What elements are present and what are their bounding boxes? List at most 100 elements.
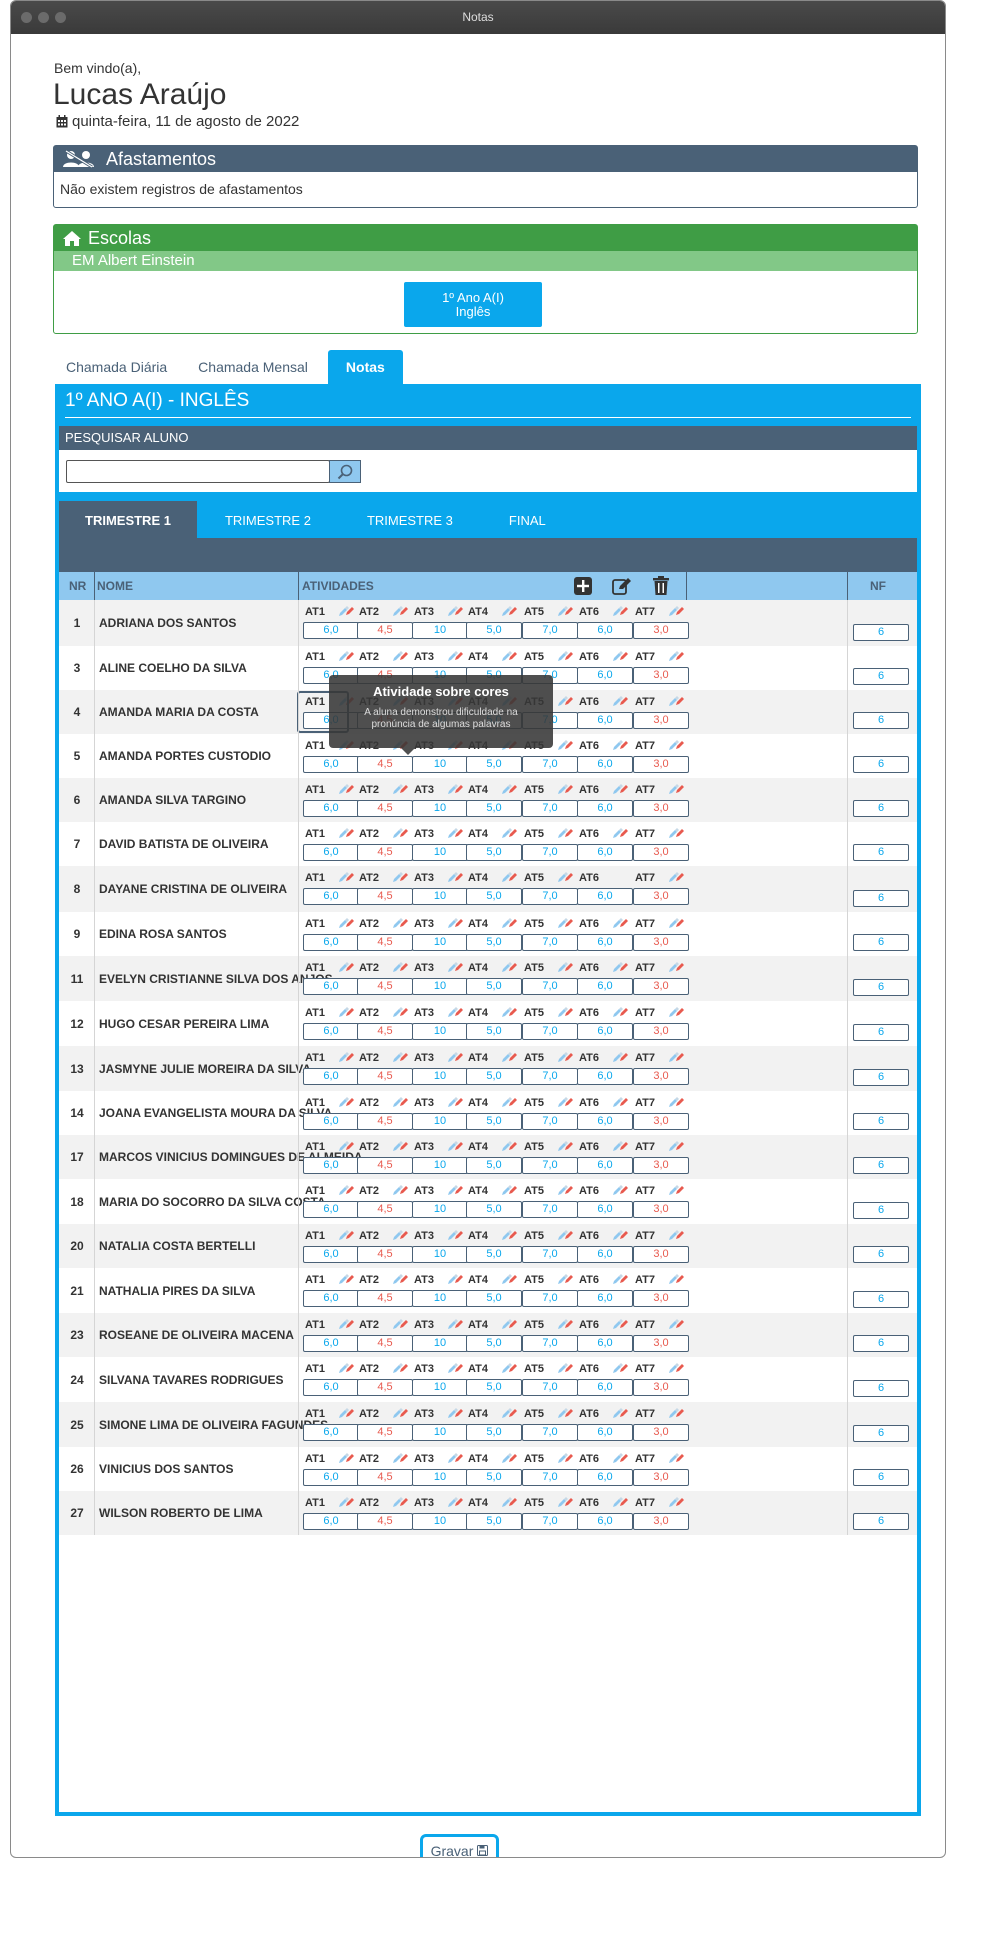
edit-note-icon[interactable]	[500, 916, 518, 930]
edit-note-icon[interactable]	[446, 1139, 464, 1153]
grade-input[interactable]: 7,0	[522, 934, 578, 951]
edit-note-icon[interactable]	[500, 604, 518, 618]
edit-note-icon[interactable]	[446, 1451, 464, 1465]
tab-final[interactable]: FINAL	[481, 501, 574, 538]
edit-note-icon[interactable]	[500, 826, 518, 840]
grade-input[interactable]: 5,0	[466, 1157, 522, 1174]
edit-note-icon[interactable]	[391, 1406, 409, 1420]
grade-input[interactable]: 7,0	[522, 1469, 578, 1486]
grade-input[interactable]: 4,5	[357, 978, 413, 995]
edit-note-icon[interactable]	[446, 1317, 464, 1331]
grade-input[interactable]: 10	[412, 934, 468, 951]
minimize-window-button[interactable]	[38, 12, 49, 23]
edit-note-icon[interactable]	[556, 694, 574, 708]
grade-input[interactable]: 4,5	[357, 888, 413, 905]
edit-note-icon[interactable]	[611, 1005, 629, 1019]
edit-note-icon[interactable]	[337, 1451, 355, 1465]
grade-input[interactable]: 7,0	[522, 1201, 578, 1218]
grade-input[interactable]: 10	[412, 1157, 468, 1174]
grade-input[interactable]: 5,0	[466, 756, 522, 773]
edit-note-icon[interactable]	[556, 826, 574, 840]
grade-input[interactable]: 3,0	[633, 1113, 689, 1130]
grade-input[interactable]: 10	[412, 1424, 468, 1441]
edit-note-icon[interactable]	[446, 649, 464, 663]
grade-input[interactable]: 6,0	[577, 888, 633, 905]
grade-input[interactable]: 10	[412, 1113, 468, 1130]
grade-input[interactable]: 7,0	[522, 1379, 578, 1396]
grade-input[interactable]: 4,5	[357, 1157, 413, 1174]
grade-input[interactable]: 10	[412, 844, 468, 861]
edit-note-icon[interactable]	[556, 1228, 574, 1242]
edit-note-icon[interactable]	[391, 1228, 409, 1242]
final-grade-input[interactable]: 6	[853, 844, 909, 861]
edit-note-icon[interactable]	[556, 1139, 574, 1153]
final-grade-input[interactable]: 6	[853, 1202, 909, 1219]
grade-input[interactable]: 6,0	[577, 712, 633, 729]
edit-note-icon[interactable]	[667, 960, 685, 974]
grade-input[interactable]: 3,0	[633, 800, 689, 817]
edit-note-icon[interactable]	[446, 1272, 464, 1286]
grade-input[interactable]: 4,5	[357, 1513, 413, 1530]
grade-input[interactable]: 6,0	[577, 844, 633, 861]
edit-note-icon[interactable]	[667, 1005, 685, 1019]
edit-note-icon[interactable]	[556, 960, 574, 974]
grade-input[interactable]: 3,0	[633, 844, 689, 861]
edit-note-icon[interactable]	[391, 870, 409, 884]
grade-input[interactable]: 6,0	[303, 888, 359, 905]
grade-input[interactable]: 6,0	[577, 756, 633, 773]
edit-note-icon[interactable]	[556, 1183, 574, 1197]
grade-input[interactable]: 4,5	[357, 1379, 413, 1396]
grade-input[interactable]: 4,5	[357, 1246, 413, 1263]
grade-input[interactable]: 3,0	[633, 934, 689, 951]
grade-input[interactable]: 10	[412, 1513, 468, 1530]
edit-note-icon[interactable]	[556, 1361, 574, 1375]
final-grade-input[interactable]: 6	[853, 934, 909, 951]
grade-input[interactable]: 3,0	[633, 1335, 689, 1352]
edit-note-icon[interactable]	[500, 960, 518, 974]
edit-note-icon[interactable]	[611, 960, 629, 974]
edit-note-icon[interactable]	[500, 1183, 518, 1197]
grade-input[interactable]: 6,0	[303, 1424, 359, 1441]
edit-activity-icon[interactable]	[612, 577, 632, 595]
grade-input[interactable]: 4,5	[357, 800, 413, 817]
grade-input[interactable]: 3,0	[633, 756, 689, 773]
edit-note-icon[interactable]	[667, 1050, 685, 1064]
tab-trimestre-1[interactable]: TRIMESTRE 1	[59, 501, 197, 538]
final-grade-input[interactable]: 6	[853, 1291, 909, 1308]
grade-input[interactable]: 5,0	[466, 1379, 522, 1396]
edit-note-icon[interactable]	[667, 1361, 685, 1375]
grade-input[interactable]: 5,0	[466, 1201, 522, 1218]
grade-input[interactable]: 6,0	[577, 1469, 633, 1486]
edit-note-icon[interactable]	[500, 1406, 518, 1420]
edit-note-icon[interactable]	[446, 1406, 464, 1420]
grade-input[interactable]: 10	[412, 756, 468, 773]
grade-input[interactable]: 3,0	[633, 1068, 689, 1085]
edit-note-icon[interactable]	[556, 1451, 574, 1465]
edit-note-icon[interactable]	[391, 1050, 409, 1064]
edit-note-icon[interactable]	[611, 604, 629, 618]
edit-note-icon[interactable]	[446, 916, 464, 930]
edit-note-icon[interactable]	[556, 1095, 574, 1109]
grade-input[interactable]: 7,0	[522, 888, 578, 905]
grade-input[interactable]: 7,0	[522, 1113, 578, 1130]
edit-note-icon[interactable]	[667, 1095, 685, 1109]
tab-chamada-mensal[interactable]: Chamada Mensal	[178, 350, 328, 384]
edit-note-icon[interactable]	[391, 649, 409, 663]
edit-note-icon[interactable]	[500, 1495, 518, 1509]
edit-note-icon[interactable]	[446, 1095, 464, 1109]
edit-note-icon[interactable]	[391, 1317, 409, 1331]
edit-note-icon[interactable]	[337, 1317, 355, 1331]
grade-input[interactable]: 4,5	[357, 844, 413, 861]
final-grade-input[interactable]: 6	[853, 1380, 909, 1397]
grade-input[interactable]: 3,0	[633, 1424, 689, 1441]
edit-note-icon[interactable]	[556, 782, 574, 796]
grade-input[interactable]: 6,0	[577, 1290, 633, 1307]
final-grade-input[interactable]: 6	[853, 1469, 909, 1486]
grade-input[interactable]: 6,0	[303, 1246, 359, 1263]
grade-input[interactable]: 3,0	[633, 978, 689, 995]
grade-input[interactable]: 6,0	[303, 1469, 359, 1486]
edit-note-icon[interactable]	[556, 1406, 574, 1420]
edit-note-icon[interactable]	[667, 738, 685, 752]
grade-input[interactable]: 10	[412, 1201, 468, 1218]
edit-note-icon[interactable]	[500, 782, 518, 796]
